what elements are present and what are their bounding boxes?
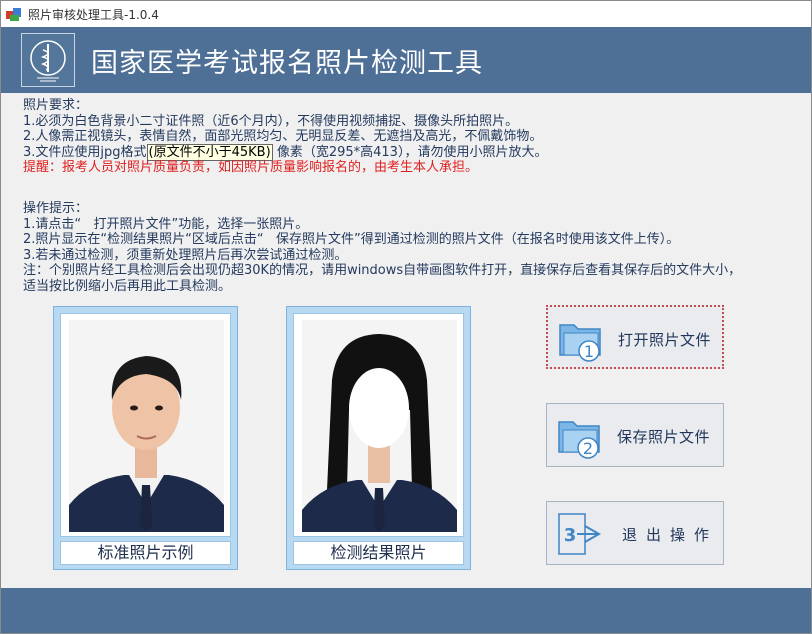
result-photo-panel: 检测结果照片	[286, 306, 471, 570]
size-tooltip: (原文件不小于45KB)	[146, 143, 273, 161]
folder-save-icon: 2	[558, 421, 600, 459]
open-photo-label: 打开照片文件	[618, 331, 712, 349]
save-photo-label: 保存照片文件	[617, 428, 711, 446]
app-footer	[1, 588, 811, 633]
svg-text:3: 3	[564, 525, 577, 546]
open-photo-button[interactable]: 1 打开照片文件	[546, 305, 724, 369]
standard-photo-caption: 标准照片示例	[60, 541, 231, 565]
standard-photo-image	[69, 320, 224, 532]
requirement-line-1: 1.必须为白色背景小二寸证件照（近6个月内），不得使用视频捕捉、摄像头所拍照片。	[23, 113, 519, 129]
folder-open-icon: 1	[559, 324, 601, 362]
warning-text: 提醒：报考人员对照片质量负责，如因照片质量影响报名的，由考生本人承担。	[23, 160, 479, 176]
operation-note-line-2: 适当按比例缩小后再用此工具检测。	[23, 278, 232, 294]
app-header: 国家医学考试报名照片检测工具	[1, 27, 811, 93]
save-photo-button[interactable]: 2 保存照片文件	[546, 403, 724, 467]
exit-button[interactable]: 3 退出操作	[546, 501, 724, 565]
result-photo-caption: 检测结果照片	[293, 541, 464, 565]
exit-label: 退出操作	[622, 526, 719, 544]
standard-photo-panel: 标准照片示例	[53, 306, 238, 570]
result-photo-frame	[293, 313, 464, 537]
result-photo-image	[302, 320, 457, 532]
operations-heading: 操作提示：	[23, 201, 89, 216]
exit-arrow-icon: 3	[558, 513, 602, 555]
operation-tips: 操作提示： 1.请点击“ 打开照片文件”功能，选择一张照片。 2.照片显示在“检…	[23, 201, 741, 295]
app-window: 照片审核处理工具-1.0.4 国家医学考试报名照片检测工具 照片要求： 1.必须…	[0, 0, 812, 634]
operation-line-1: 1.请点击“ 打开照片文件”功能，选择一张照片。	[23, 216, 309, 232]
svg-text:1: 1	[584, 342, 594, 361]
requirement-line-2: 2.人像需正视镜头，表情自然，面部光照均匀、无明显反差、无遮挡及高光，不佩戴饰物…	[23, 129, 543, 145]
svg-text:2: 2	[583, 439, 593, 458]
title-bar[interactable]: 照片审核处理工具-1.0.4	[1, 1, 811, 27]
requirement-line-3: 3.文件应使用jpg格式 (原文件不小于45KB) 像素（宽295*高413），请…	[23, 143, 548, 161]
standard-photo-frame	[60, 313, 231, 537]
header-title: 国家医学考试报名照片检测工具	[91, 48, 483, 79]
operation-line-3: 3.若未通过检测，须重新处理照片后再次尝试通过检测。	[23, 247, 348, 263]
operation-note-line-1: 注：个别照片经工具检测后会出现仍超30K的情况，请用windows自带画图软件打…	[23, 263, 742, 279]
requirements-heading: 照片要求：	[23, 98, 89, 113]
medical-exam-logo	[21, 33, 75, 87]
app-icon	[6, 8, 21, 21]
operation-line-2: 2.照片显示在“检测结果照片“区域后点击“ 保存照片文件”得到通过检测的照片文件…	[23, 232, 680, 248]
photo-requirements: 照片要求： 1.必须为白色背景小二寸证件照（近6个月内），不得使用视频捕捉、摄像…	[23, 98, 547, 176]
window-title: 照片审核处理工具-1.0.4	[28, 8, 159, 22]
